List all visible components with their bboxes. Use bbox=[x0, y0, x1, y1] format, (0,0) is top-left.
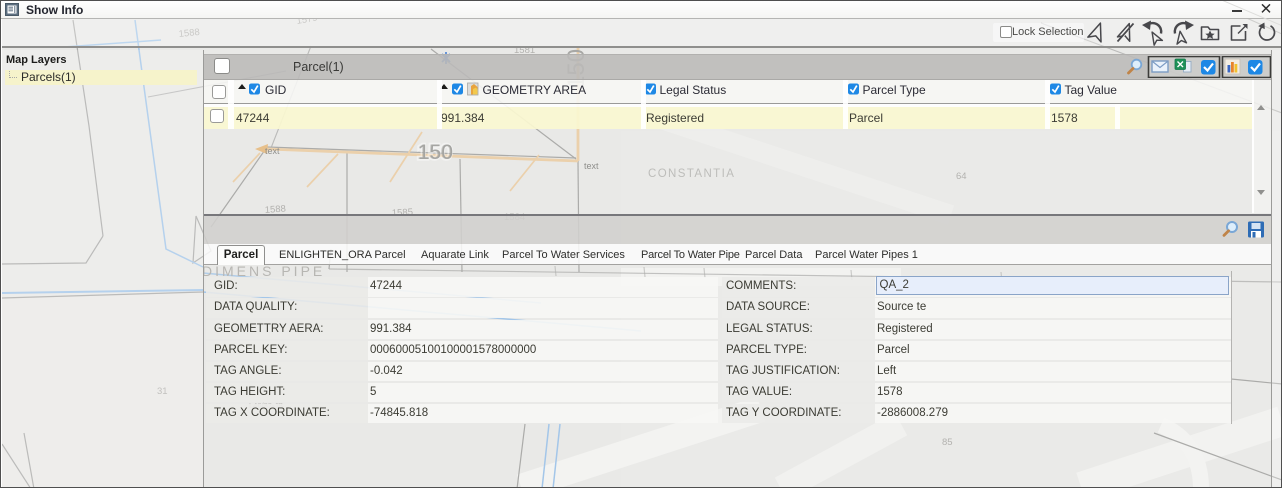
svg-text:text: text bbox=[584, 161, 599, 171]
svg-text:Parcel Type: Parcel Type bbox=[863, 83, 926, 97]
svg-text:text: text bbox=[265, 146, 280, 156]
svg-text:64: 64 bbox=[956, 171, 967, 182]
svg-text:150: 150 bbox=[418, 141, 453, 164]
svg-text:CONSTANTIA: CONSTANTIA bbox=[648, 168, 735, 180]
svg-text:Tag Value: Tag Value bbox=[1065, 83, 1118, 97]
svg-text:GID: GID bbox=[265, 83, 287, 97]
svg-text:85: 85 bbox=[942, 437, 953, 448]
svg-text:GEOMETRY AREA: GEOMETRY AREA bbox=[483, 83, 587, 97]
svg-text:Legal Status: Legal Status bbox=[660, 83, 727, 97]
